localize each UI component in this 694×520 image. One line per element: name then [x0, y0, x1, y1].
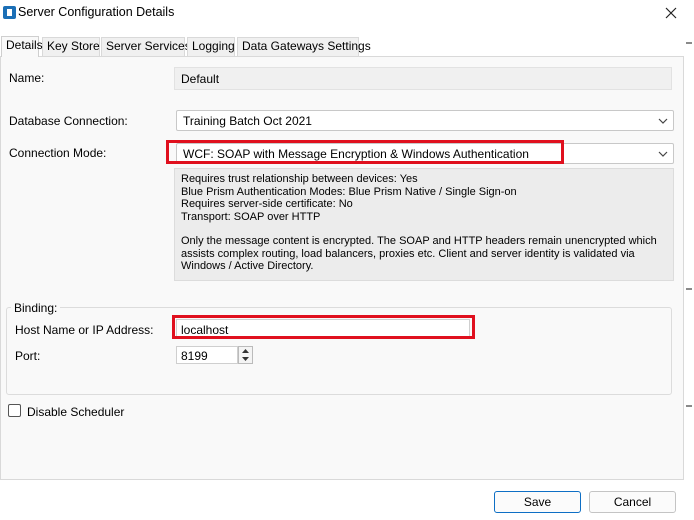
tab-server-services[interactable]: Server Services — [101, 37, 191, 56]
port-input[interactable]: 8199 — [176, 346, 238, 364]
tab-logging[interactable]: Logging — [187, 37, 235, 56]
binding-group-title: Binding: — [11, 301, 61, 315]
disable-scheduler-label: Disable Scheduler — [27, 405, 125, 419]
chevron-down-icon — [658, 118, 668, 124]
arrow-down-icon — [242, 357, 249, 361]
description-line: Transport: SOAP over HTTP — [181, 210, 321, 223]
stepper-down-button[interactable] — [239, 355, 252, 363]
save-button[interactable]: Save — [494, 491, 581, 513]
description-line: Blue Prism Authentication Modes: Blue Pr… — [181, 185, 517, 198]
close-icon — [665, 7, 677, 19]
database-connection-label: Database Connection: — [9, 114, 128, 128]
connection-mode-description: Requires trust relationship between devi… — [174, 168, 674, 281]
name-field: Default — [174, 67, 672, 90]
scrollbar-marker — [686, 405, 692, 407]
port-label: Port: — [15, 349, 41, 363]
host-name-label: Host Name or IP Address: — [15, 323, 154, 337]
chevron-down-icon — [658, 151, 668, 157]
description-line: Requires trust relationship between devi… — [181, 173, 418, 185]
connection-mode-highlight — [166, 140, 564, 164]
arrow-up-icon — [242, 349, 249, 353]
close-button[interactable] — [654, 0, 688, 26]
tab-strip: Details Key Store Server Services Loggin… — [0, 36, 694, 57]
database-connection-value: Training Batch Oct 2021 — [183, 114, 312, 128]
name-label: Name: — [9, 71, 45, 85]
tab-data-gateways-settings[interactable]: Data Gateways Settings — [237, 37, 371, 56]
cancel-button[interactable]: Cancel — [589, 491, 676, 513]
database-connection-dropdown[interactable]: Training Batch Oct 2021 — [176, 110, 674, 131]
scrollbar-marker — [686, 42, 692, 44]
description-paragraph: Only the message content is encrypted. T… — [181, 235, 657, 272]
scrollbar[interactable] — [685, 40, 694, 485]
description-line: Requires server-side certificate: No — [181, 198, 353, 210]
tab-details[interactable]: Details — [1, 36, 43, 57]
stepper-up-button[interactable] — [239, 347, 252, 355]
host-name-highlight — [172, 315, 475, 339]
scrollbar-marker — [686, 288, 692, 290]
window-title: Server Configuration Details — [18, 5, 175, 19]
tab-key-store[interactable]: Key Store — [42, 37, 100, 56]
blue-prism-app-icon — [3, 6, 16, 19]
connection-mode-label: Connection Mode: — [9, 146, 107, 160]
disable-scheduler-checkbox[interactable] — [8, 404, 21, 417]
port-stepper[interactable] — [238, 346, 253, 364]
